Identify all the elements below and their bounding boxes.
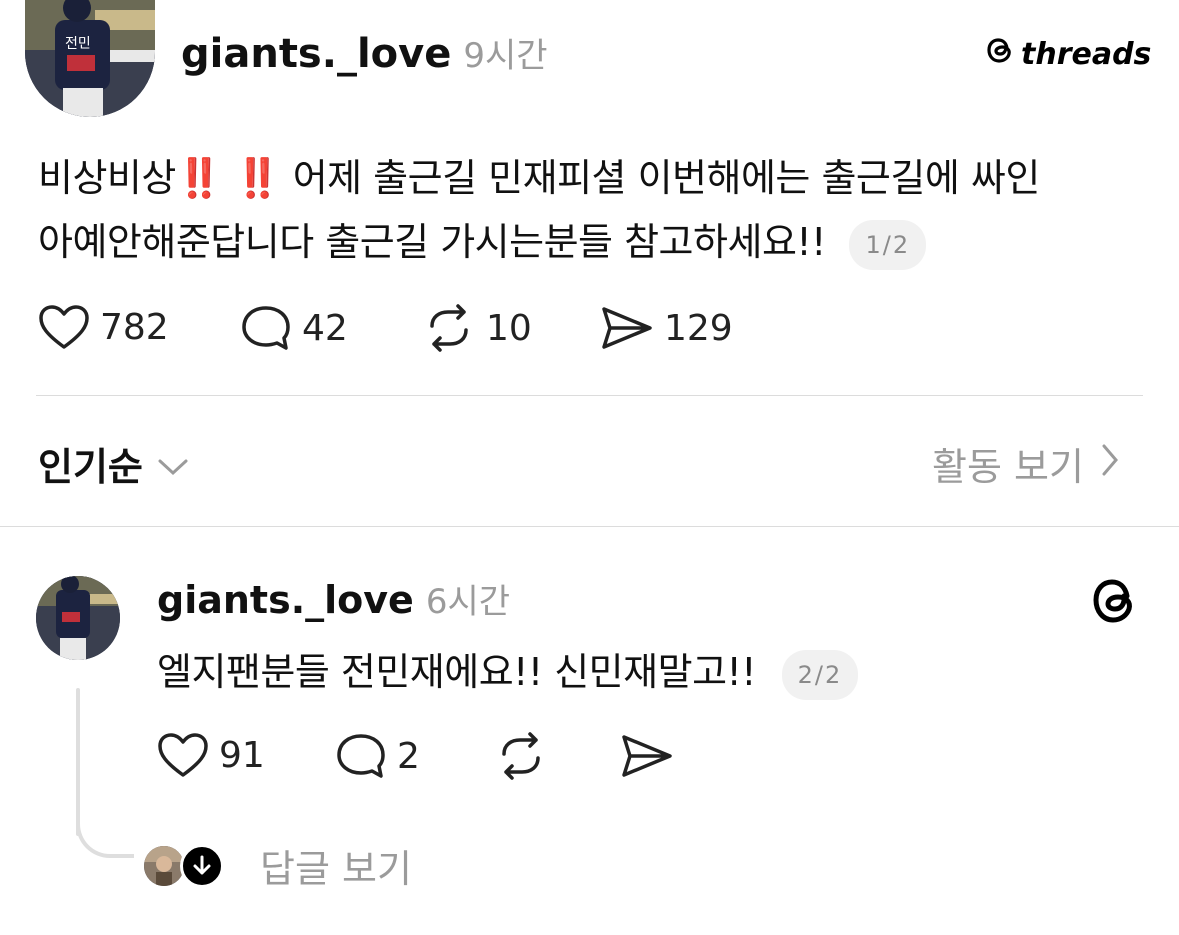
comment-icon xyxy=(240,304,292,352)
repost-count: 10 xyxy=(486,307,532,349)
svg-text:전민: 전민 xyxy=(65,36,91,52)
reply-time: 6시간 xyxy=(425,582,511,622)
avatar[interactable]: 전민 xyxy=(25,0,155,117)
post-text-line2: 아예안해준답니다 출근길 가시는분들 참고하세요!! xyxy=(38,220,826,264)
replier-avatar xyxy=(144,845,184,886)
reply-pager: 2/2 xyxy=(781,649,859,700)
double-exclamation-icon: ‼️ xyxy=(234,156,282,200)
sort-label: 인기순 xyxy=(38,445,143,489)
chevron-down-icon xyxy=(157,442,189,486)
chevron-right-icon xyxy=(1100,442,1120,486)
arrow-down-icon xyxy=(180,843,224,888)
reply-comment-count: 2 xyxy=(397,735,420,777)
post-time: 9시간 xyxy=(463,36,548,76)
reply-like-button[interactable]: 91 xyxy=(157,732,265,778)
view-replies-label: 답글 보기 xyxy=(260,847,412,891)
threads-logo-icon xyxy=(1090,574,1140,630)
reply-body: 엘지팬분들 전민재에요!! 신민재말고!! 2/2 xyxy=(157,640,859,704)
share-icon xyxy=(600,304,654,352)
share-icon xyxy=(620,732,674,780)
threads-brand: threads xyxy=(985,34,1151,74)
post-username[interactable]: giants._love xyxy=(181,31,451,77)
reply-username[interactable]: giants._love xyxy=(157,578,414,622)
reply-share-button[interactable] xyxy=(620,732,674,780)
view-activity-link[interactable]: 활동 보기 xyxy=(932,436,1120,491)
activity-label: 활동 보기 xyxy=(932,445,1084,489)
reply-like-count: 91 xyxy=(219,734,265,776)
thread-line-curve xyxy=(76,810,134,858)
share-button[interactable]: 129 xyxy=(600,304,733,352)
sort-dropdown[interactable]: 인기순 xyxy=(38,436,189,491)
comment-count: 42 xyxy=(302,307,348,349)
heart-icon xyxy=(38,304,90,350)
brand-name: threads xyxy=(1021,36,1152,72)
repost-button[interactable]: 10 xyxy=(422,304,532,352)
post-text-rest: 어제 출근길 민재피셜 이번해에는 출근길에 싸인 xyxy=(292,156,1041,200)
reply-text: 엘지팬분들 전민재에요!! 신민재말고!! xyxy=(157,650,757,694)
thread-pager: 1/2 xyxy=(849,219,927,270)
view-replies-link[interactable]: 답글 보기 xyxy=(144,838,412,893)
post-body: 비상비상‼️ ‼️ 어제 출근길 민재피셜 이번해에는 출근길에 싸인 아예안해… xyxy=(38,146,1148,274)
threads-logo-icon xyxy=(985,34,1015,74)
repost-icon xyxy=(422,304,476,352)
share-count: 129 xyxy=(664,307,733,349)
double-exclamation-icon: ‼️ xyxy=(175,156,223,200)
like-count: 782 xyxy=(100,306,169,348)
post-text-start: 비상비상 xyxy=(38,156,176,200)
comment-button[interactable]: 42 xyxy=(240,304,348,352)
reply-comment-button[interactable]: 2 xyxy=(335,732,420,780)
heart-icon xyxy=(157,732,209,778)
comment-icon xyxy=(335,732,387,780)
reply-avatar[interactable] xyxy=(36,576,120,660)
section-divider xyxy=(0,526,1179,527)
like-button[interactable]: 782 xyxy=(38,304,169,350)
reply-repost-button[interactable] xyxy=(494,732,548,780)
repost-icon xyxy=(494,732,548,780)
divider xyxy=(36,395,1143,396)
